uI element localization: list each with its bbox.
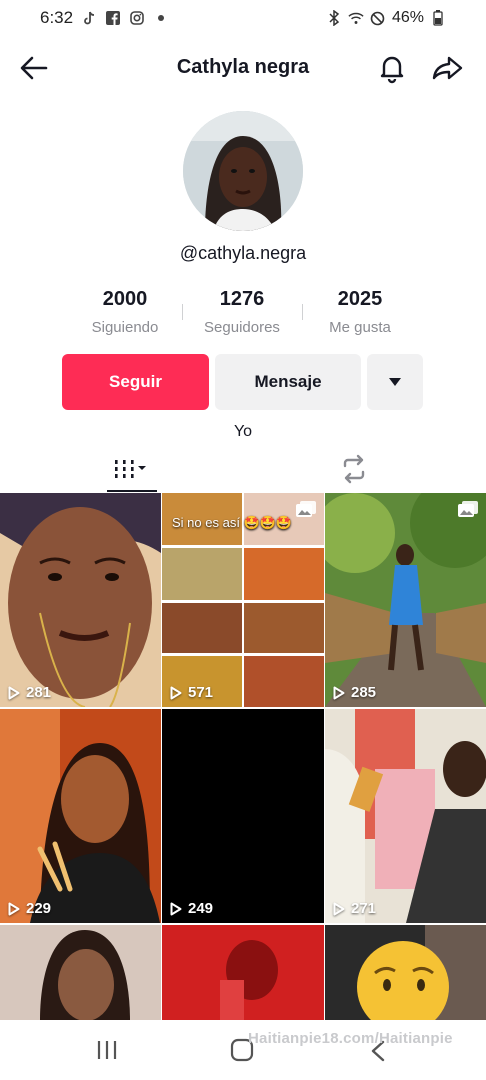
profile-bio: Yo	[233, 423, 253, 440]
play-icon	[333, 686, 345, 699]
profile-username: @cathyla.negra	[179, 243, 307, 263]
bell-icon[interactable]	[376, 52, 408, 84]
system-navigation-bar	[0, 1020, 486, 1080]
stat-followers-label: Seguidores	[204, 319, 280, 336]
instagram-icon	[129, 10, 145, 26]
recent-apps-icon[interactable]	[96, 1040, 118, 1060]
photo-mode-icon	[296, 501, 316, 517]
facebook-icon	[105, 10, 121, 26]
view-count: 571	[170, 684, 213, 701]
watermark: Haitianpie18.com/Haitianpie	[248, 1030, 453, 1047]
stat-followers-value: 1276	[219, 288, 265, 310]
video-thumbnail	[325, 493, 486, 707]
view-count: 249	[170, 900, 213, 917]
video-tile[interactable]	[0, 925, 161, 1020]
tab-active-indicator	[107, 490, 157, 492]
profile-stats: 2000 Siguiendo 1276 Seguidores 2025 Me g…	[0, 288, 486, 344]
video-thumbnail	[162, 925, 324, 1020]
page-title: Cathyla negra	[176, 56, 310, 78]
video-thumbnail	[325, 709, 486, 923]
video-tile[interactable]: 281	[0, 493, 161, 707]
video-thumbnail	[325, 925, 486, 1020]
video-tile[interactable]: Si no es así 🤩🤩🤩 571	[162, 493, 324, 707]
bluetooth-icon	[326, 10, 342, 26]
view-count: 285	[333, 684, 376, 701]
avatar[interactable]	[183, 111, 303, 231]
video-tile[interactable]: 249	[162, 709, 324, 923]
video-tile[interactable]: 229	[0, 709, 161, 923]
stat-following-value: 2000	[102, 288, 148, 310]
tiktok-icon	[81, 10, 97, 26]
status-time: 6:32	[40, 8, 74, 27]
videos-grid-icon	[113, 458, 151, 485]
video-thumbnail	[0, 493, 161, 707]
view-count: 271	[333, 900, 376, 917]
play-icon	[170, 686, 182, 699]
repost-icon[interactable]	[339, 454, 369, 484]
share-icon[interactable]	[430, 52, 464, 84]
view-count-value: 249	[188, 900, 214, 917]
view-count-value: 271	[351, 900, 377, 917]
video-tile[interactable]: 285	[325, 493, 486, 707]
battery-icon	[430, 10, 446, 26]
follow-button[interactable]: Seguir	[62, 354, 209, 410]
header: Cathyla negra	[0, 44, 486, 92]
video-thumbnail	[0, 925, 161, 1020]
view-count-value: 229	[26, 900, 52, 917]
stat-following-label: Siguiendo	[91, 319, 159, 336]
battery-percent: 46%	[391, 9, 424, 26]
stat-likes-label: Me gusta	[329, 319, 391, 336]
video-tile[interactable]	[162, 925, 324, 1020]
video-tile[interactable]	[325, 925, 486, 1020]
play-icon	[8, 902, 20, 915]
stat-followers[interactable]: 1276 Seguidores	[182, 288, 302, 336]
stat-likes-value: 2025	[337, 288, 383, 310]
play-icon	[170, 902, 182, 915]
content-tabs	[0, 450, 486, 492]
stat-following[interactable]: 2000 Siguiendo	[65, 288, 185, 336]
video-caption: Si no es así 🤩🤩🤩	[172, 515, 293, 530]
play-icon	[8, 686, 20, 699]
stat-likes[interactable]: 2025 Me gusta	[300, 288, 420, 336]
view-count-value: 571	[188, 684, 214, 701]
tab-videos[interactable]	[107, 450, 157, 492]
view-count-value: 285	[351, 684, 377, 701]
wifi-icon	[348, 10, 364, 26]
caret-down-icon	[388, 372, 402, 392]
message-button[interactable]: Mensaje	[215, 354, 361, 410]
photo-mode-icon	[458, 501, 478, 517]
video-tile[interactable]: 271	[325, 709, 486, 923]
view-count: 281	[8, 684, 51, 701]
view-count: 229	[8, 900, 51, 917]
play-icon	[333, 902, 345, 915]
notification-dot-icon	[153, 10, 169, 26]
view-count-value: 281	[26, 684, 52, 701]
more-dropdown-button[interactable]	[367, 354, 423, 410]
status-bar: 6:32 46%	[0, 0, 486, 36]
dnd-icon	[370, 10, 386, 26]
video-thumbnail	[0, 709, 161, 923]
